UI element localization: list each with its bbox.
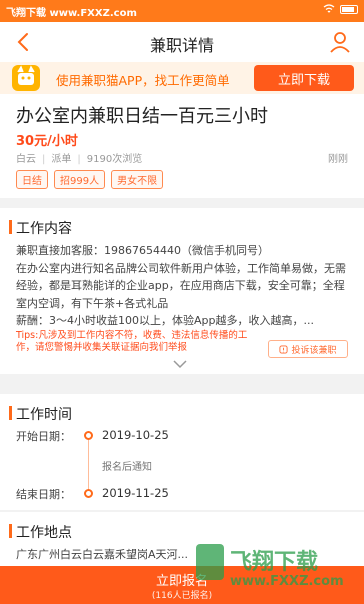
tag-list: 日结 招999人 男女不限 [16, 170, 164, 189]
timeline-line [88, 436, 89, 492]
job-summary-card: 办公室内兼职日结一百元三小时 30元/小时 白云 | 派单 | 9190次浏览 刚刚 日… [0, 94, 364, 198]
end-date-value: 2019-11-25 [102, 486, 169, 500]
end-date-row: 结束日期： [16, 486, 84, 502]
battery-icon [340, 4, 358, 14]
timeline-dot [84, 489, 93, 498]
download-button[interactable]: 立即下载 [254, 65, 354, 91]
status-watermark: 飞翔下载 www.FXXZ.com [6, 8, 137, 19]
start-date-value: 2019-10-25 [102, 428, 169, 442]
section-heading: 工作内容 [9, 218, 72, 238]
report-label: 投诉该兼职 [291, 345, 337, 356]
work-content-section: 工作内容 兼职直接加客服：19867654440（微信手机同号） 在办公室内进行… [0, 208, 364, 374]
description-line: 薪酬：3～4小时收益100以上，体验App越多，收入越高，... [16, 314, 314, 327]
work-description: 兼职直接加客服：19867654440（微信手机同号） 在办公室内进行知名品牌公… [16, 242, 352, 330]
time-note: 报名后通知 [102, 462, 152, 473]
nav-bar: 兼职详情 [0, 22, 364, 62]
report-icon [279, 344, 289, 354]
chevron-down-icon[interactable] [172, 358, 188, 370]
report-button[interactable]: 投诉该兼职 [268, 340, 348, 358]
watermark-en: www.FXXZ.com [230, 574, 344, 589]
tag: 招999人 [54, 170, 106, 189]
start-date-label: 开始日期： [16, 430, 71, 443]
work-time-section: 工作时间 开始日期： 2019-10-25 报名后通知 结束日期： 2019-1… [0, 394, 364, 510]
banner-text: 使用兼职猫APP，找工作更简单 [56, 73, 230, 88]
job-meta: 白云 | 派单 | 9190次浏览 [16, 154, 143, 165]
view-count: 9190次浏览 [86, 154, 143, 165]
start-date-row: 开始日期： [16, 428, 84, 444]
app-download-banner: 使用兼职猫APP，找工作更简单 立即下载 [0, 62, 364, 94]
wifi-icon [323, 4, 335, 13]
watermark: 飞翔下载 www.FXXZ.com [196, 540, 360, 602]
tag: 日结 [16, 170, 48, 189]
safety-tips: Tips:凡涉及到工作内容不符，收费、违法信息传播的工作，请您警惕并收集关联证据… [16, 330, 248, 353]
end-date-label: 结束日期： [16, 488, 71, 501]
district: 白云 [16, 154, 36, 165]
timeline-dot [84, 431, 93, 440]
status-bar: 飞翔下载 www.FXXZ.com [0, 0, 364, 22]
section-heading: 工作地点 [9, 522, 72, 542]
cat-logo-icon [12, 65, 40, 91]
salary: 30元/小时 [16, 134, 78, 149]
watermark-logo-icon [196, 544, 224, 580]
job-type: 派单 [51, 154, 72, 165]
description-line: 在办公室内进行知名品牌公司软件新用户体验，工作简单易做，无需经验，都是耳熟能详的… [16, 261, 346, 310]
job-title: 办公室内兼职日结一百元三小时 [16, 106, 268, 127]
user-icon[interactable] [328, 30, 352, 54]
page-title: 兼职详情 [149, 36, 214, 55]
status-icons [323, 4, 358, 14]
post-time: 刚刚 [328, 154, 348, 165]
tag: 男女不限 [111, 170, 164, 189]
watermark-cn: 飞翔下载 [230, 550, 319, 575]
description-line: 兼职直接加客服：19867654440（微信手机同号） [16, 244, 269, 257]
section-heading: 工作时间 [9, 404, 72, 424]
